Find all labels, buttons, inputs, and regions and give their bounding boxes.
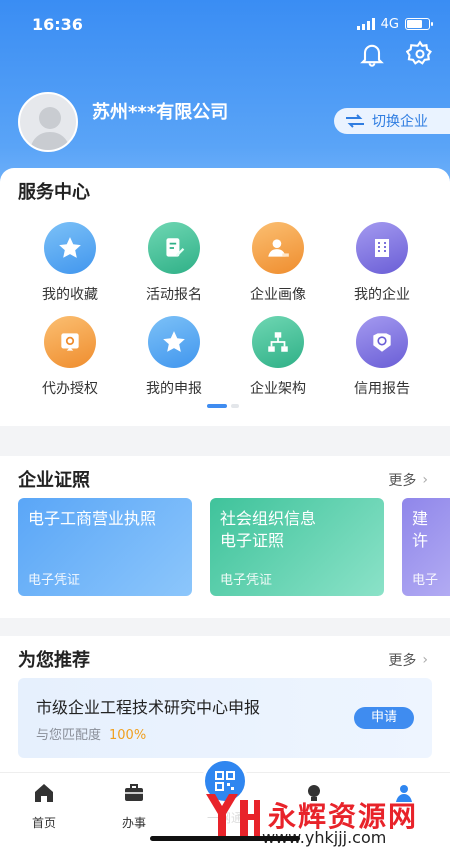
home-icon: [35, 784, 53, 802]
signal-icon: [356, 18, 375, 30]
recommend-section: 为您推荐 更多 › 市级企业工程技术研究中心申报 与您匹配度 100% 申请: [0, 636, 450, 772]
match-value: 100%: [109, 728, 147, 743]
gear-icon[interactable]: [405, 40, 434, 72]
bell-icon[interactable]: [358, 40, 386, 72]
building-icon: [356, 222, 408, 274]
license-card-title: 社会组织信息: [220, 509, 317, 528]
license-section: 企业证照 更多 › 电子工商营业执照 电子凭证 社会组织信息 电子证照 电子凭证…: [0, 456, 450, 618]
credit-icon: [356, 316, 408, 368]
tab-home[interactable]: 首页: [14, 781, 74, 831]
license-card-title-2: 许: [412, 531, 429, 550]
match-label: 与您匹配度: [36, 728, 102, 743]
recommend-more-link[interactable]: 更多 ›: [388, 650, 428, 670]
more-label: 更多: [388, 653, 417, 669]
avatar[interactable]: [18, 92, 78, 152]
service-item-label: 企业架构: [250, 381, 306, 397]
network-type: 4G: [380, 16, 399, 32]
company-name: 苏州***有限公司: [92, 102, 229, 123]
tab-work[interactable]: 办事: [104, 781, 164, 831]
page-indicator: [207, 404, 239, 408]
license-card-partial[interactable]: 建 许 电子: [402, 498, 450, 596]
switch-icon: [346, 114, 364, 128]
service-item-enterprise[interactable]: 我的企业: [330, 222, 434, 304]
chevron-right-icon: ›: [422, 472, 428, 488]
service-item-structure[interactable]: 企业架构: [226, 316, 330, 398]
more-label: 更多: [388, 473, 417, 489]
status-time: 16:36: [32, 14, 83, 34]
license-card-title: 电子工商营业执照: [28, 509, 157, 528]
license-title: 企业证照: [18, 470, 90, 491]
service-item-label: 我的申报: [146, 381, 202, 397]
tab-label: 办事: [121, 816, 146, 830]
service-item-portrait[interactable]: 企业画像: [226, 222, 330, 304]
license-card-sub: 电子凭证: [220, 573, 273, 588]
license-card-title: 建: [412, 509, 429, 528]
license-card-social-org[interactable]: 社会组织信息 电子证照 电子凭证: [210, 498, 384, 596]
license-card-business[interactable]: 电子工商营业执照 电子凭证: [18, 498, 192, 596]
service-item-label: 我的收藏: [42, 287, 98, 303]
service-item-authorize[interactable]: 代办授权: [18, 316, 122, 398]
briefcase-icon: [125, 784, 143, 801]
recommend-item-title: 市级企业工程技术研究中心申报: [36, 698, 261, 717]
service-item-label: 代办授权: [42, 381, 98, 397]
battery-icon: [405, 18, 433, 30]
service-item-declaration[interactable]: 我的申报: [122, 316, 226, 398]
status-bar: 16:36 4G: [32, 12, 433, 36]
service-item-credit[interactable]: 信用报告: [330, 316, 434, 398]
switch-company-button[interactable]: 切换企业: [334, 108, 450, 134]
chevron-right-icon: ›: [422, 652, 428, 668]
person-icon: [252, 222, 304, 274]
service-item-activity[interactable]: 活动报名: [122, 222, 226, 304]
star-icon: [148, 316, 200, 368]
service-center: 服务中心 我的收藏 活动报名 企业画像 我的企业 代办授权 我的申报 企业架构: [0, 168, 450, 426]
service-item-favorites[interactable]: 我的收藏: [18, 222, 122, 304]
org-chart-icon: [252, 316, 304, 368]
license-card-sub: 电子: [412, 573, 439, 588]
authorize-icon: [44, 316, 96, 368]
recommend-item[interactable]: 市级企业工程技术研究中心申报 与您匹配度 100% 申请: [18, 678, 432, 758]
license-card-sub: 电子凭证: [28, 573, 81, 588]
license-more-link[interactable]: 更多 ›: [388, 470, 428, 490]
apply-button[interactable]: 申请: [354, 707, 414, 729]
match-info: 与您匹配度 100%: [36, 724, 146, 743]
switch-label: 切换企业: [372, 114, 428, 130]
tab-label: 首页: [31, 816, 56, 830]
service-item-label: 活动报名: [146, 287, 202, 303]
service-item-label: 企业画像: [250, 287, 306, 303]
home-indicator: [150, 836, 300, 841]
star-icon: [44, 222, 96, 274]
service-item-label: 信用报告: [354, 381, 410, 397]
license-card-title-2: 电子证照: [220, 531, 285, 550]
service-title: 服务中心: [18, 182, 90, 203]
watermark-logo: [206, 794, 260, 836]
service-item-label: 我的企业: [354, 287, 410, 303]
recommend-title: 为您推荐: [18, 650, 90, 671]
signup-icon: [148, 222, 200, 274]
